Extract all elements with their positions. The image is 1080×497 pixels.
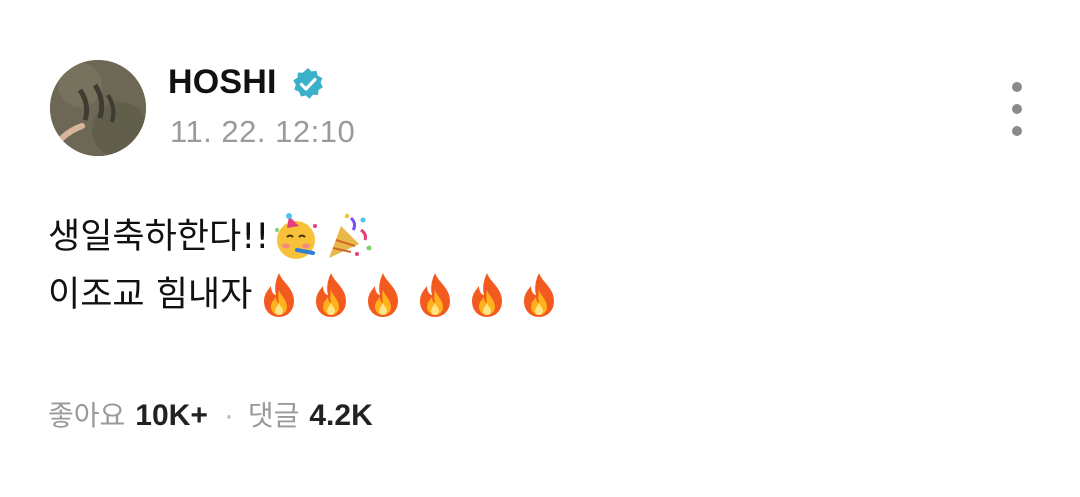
post-text-line-1: 생일축하한다!! xyxy=(48,217,270,257)
fire-emoji xyxy=(306,270,356,320)
post-body: 생일축하한다!! 이조교 힘내자 xyxy=(48,208,564,324)
likes-label: 좋아요 xyxy=(48,399,126,432)
more-vertical-icon-dot xyxy=(1012,104,1022,114)
author-avatar[interactable] xyxy=(50,60,146,156)
post-timestamp: 11. 22. 12:10 xyxy=(170,114,356,149)
more-vertical-icon-dot xyxy=(1012,126,1022,136)
fire-emoji xyxy=(462,270,512,320)
likes-button[interactable]: 좋아요 10K+ xyxy=(48,396,208,436)
likes-count: 10K+ xyxy=(135,399,208,432)
comments-label: 댓글 xyxy=(247,399,300,432)
footer-separator: · xyxy=(223,399,234,432)
fire-emoji xyxy=(254,270,304,320)
comments-button[interactable]: 댓글 4.2K xyxy=(248,396,373,436)
comments-count: 4.2K xyxy=(309,399,373,432)
verified-badge-icon xyxy=(293,68,323,99)
post-text-line-2: 이조교 힘내자 xyxy=(48,275,253,315)
more-vertical-icon-dot xyxy=(1012,82,1022,92)
post-footer: 좋아요 10K+ · 댓글 4.2K xyxy=(48,396,373,436)
avatar-image xyxy=(50,60,146,156)
fire-emoji xyxy=(410,270,460,320)
post-line-2: 이조교 힘내자 xyxy=(48,266,564,324)
more-options-button[interactable] xyxy=(1000,82,1034,136)
author-name[interactable]: HOSHI xyxy=(168,62,277,102)
fire-emoji xyxy=(514,270,564,320)
fire-emoji xyxy=(358,270,408,320)
partying-face-emoji xyxy=(271,212,321,262)
post-line-1: 생일축하한다!! xyxy=(48,208,564,266)
party-popper-emoji xyxy=(323,212,373,262)
